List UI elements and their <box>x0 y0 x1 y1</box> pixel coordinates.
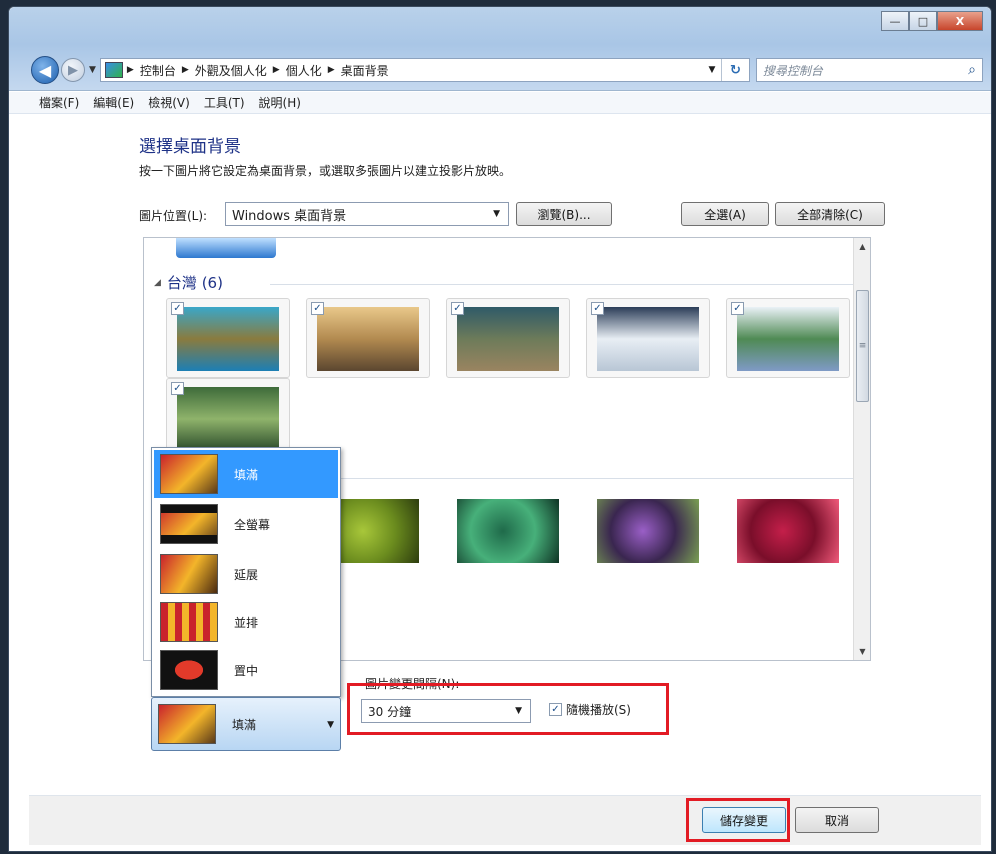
picture-position-select[interactable]: 填滿 ▼ <box>151 697 341 751</box>
wallpaper-image <box>317 307 419 371</box>
menu-tools[interactable]: 工具(T) <box>204 94 245 111</box>
address-history-chevron-down-icon[interactable]: ▼ <box>703 65 721 75</box>
wallpaper-image <box>177 307 279 371</box>
window-controls: — □ X <box>881 11 983 31</box>
search-icon[interactable]: ⌕ <box>968 62 976 78</box>
option-label: 延展 <box>234 567 259 582</box>
chevron-down-icon: ▼ <box>493 209 500 219</box>
menu-bar: 檔案(F) 編輯(E) 檢視(V) 工具(T) 說明(H) <box>9 92 991 114</box>
title-bar: — □ X ◀ ▶ ▼ ▶ 控制台 ▶ 外觀及個人化 ▶ 個人化 ▶ 桌面背景 ▼ ↻ … <box>9 7 991 91</box>
wallpaper-image <box>457 499 559 563</box>
highlight-box-save <box>686 798 790 842</box>
wallpaper-image <box>737 307 839 371</box>
page-subtitle: 按一下圖片將它設定為桌面背景，或選取多張圖片以建立投影片放映。 <box>139 164 512 178</box>
wallpaper-thumbnail[interactable] <box>726 490 850 570</box>
minimize-button[interactable]: — <box>881 11 909 31</box>
fill-position-icon <box>160 454 218 494</box>
breadcrumb-item[interactable]: ▶ 控制台 <box>127 62 176 79</box>
center-position-icon <box>160 650 218 690</box>
breadcrumb-item[interactable]: ▶ 桌面背景 <box>328 62 389 79</box>
partial-wallpaper-thumbnail[interactable] <box>176 238 276 258</box>
fill-position-icon <box>158 704 216 744</box>
highlight-box-slideshow <box>347 683 669 735</box>
wallpaper-image <box>597 499 699 563</box>
search-input[interactable]: 搜尋控制台 ⌕ <box>755 58 983 82</box>
wallpaper-image <box>597 307 699 371</box>
thumbnail-checkbox[interactable]: ✓ <box>591 302 604 315</box>
collapse-triangle-icon[interactable]: ◢ <box>154 278 161 288</box>
cancel-button[interactable]: 取消 <box>795 807 879 833</box>
position-option-fit[interactable]: 全螢幕 <box>154 500 338 548</box>
breadcrumb-item[interactable]: ▶ 外觀及個人化 <box>182 62 267 79</box>
position-option-fill[interactable]: 填滿 <box>154 450 338 498</box>
stretch-position-icon <box>160 554 218 594</box>
scroll-up-icon[interactable]: ▲ <box>854 238 870 255</box>
option-label: 並排 <box>234 615 259 630</box>
picture-location-label: 圖片位置(L): <box>139 209 208 223</box>
position-option-stretch[interactable]: 延展 <box>154 550 338 598</box>
group-divider <box>334 478 854 479</box>
recent-pages-chevron-down-icon[interactable]: ▼ <box>89 65 96 75</box>
forward-button[interactable]: ▶ <box>61 58 85 82</box>
thumbnail-checkbox[interactable]: ✓ <box>451 302 464 315</box>
wallpaper-thumbnail[interactable]: ✓ <box>166 378 290 458</box>
clear-all-button[interactable]: 全部清除(C) <box>775 202 885 226</box>
wallpaper-thumbnail[interactable]: ✓ <box>446 298 570 378</box>
tile-position-icon <box>160 602 218 642</box>
wallpaper-image <box>457 307 559 371</box>
scroll-down-icon[interactable]: ▼ <box>854 643 870 660</box>
fit-position-icon <box>160 504 218 544</box>
wallpaper-thumbnail[interactable]: ✓ <box>166 298 290 378</box>
option-label: 置中 <box>234 663 259 678</box>
wallpaper-thumbnail[interactable] <box>446 490 570 570</box>
option-label: 全螢幕 <box>234 517 271 532</box>
breadcrumb-item[interactable]: ▶ 個人化 <box>273 62 322 79</box>
position-option-center[interactable]: 置中 <box>154 646 338 694</box>
wallpaper-thumbnail[interactable]: ✓ <box>306 298 430 378</box>
back-button[interactable]: ◀ <box>31 56 59 84</box>
chevron-down-icon: ▼ <box>327 720 334 730</box>
wallpaper-image <box>737 499 839 563</box>
search-placeholder: 搜尋控制台 <box>762 63 823 78</box>
picture-position-value: 填滿 <box>232 717 257 732</box>
browse-button[interactable]: 瀏覽(B)... <box>516 202 612 226</box>
refresh-button[interactable]: ↻ <box>720 59 749 81</box>
control-panel-icon <box>104 62 123 78</box>
wallpaper-thumbnail[interactable] <box>586 490 710 570</box>
group-title: 台灣 (6) <box>166 274 223 292</box>
select-all-button[interactable]: 全選(A) <box>681 202 769 226</box>
thumbnail-checkbox[interactable]: ✓ <box>731 302 744 315</box>
menu-edit[interactable]: 編輯(E) <box>93 94 134 111</box>
position-option-tile[interactable]: 並排 <box>154 598 338 646</box>
maximize-button[interactable]: □ <box>909 11 937 31</box>
scrollbar-thumb[interactable]: ≡ <box>856 290 869 402</box>
close-button[interactable]: X <box>937 11 983 31</box>
navigation-bar: ◀ ▶ ▼ ▶ 控制台 ▶ 外觀及個人化 ▶ 個人化 ▶ 桌面背景 ▼ ↻ 搜尋控制台 … <box>31 55 983 85</box>
picture-location-value: Windows 桌面背景 <box>232 208 347 224</box>
group-divider <box>270 284 854 285</box>
group-header-taiwan[interactable]: ◢ 台灣 (6) <box>154 272 223 293</box>
menu-file[interactable]: 檔案(F) <box>39 94 79 111</box>
wallpaper-thumbnail[interactable]: ✓ <box>586 298 710 378</box>
thumbnail-checkbox[interactable]: ✓ <box>171 382 184 395</box>
menu-view[interactable]: 檢視(V) <box>148 94 190 111</box>
option-label: 填滿 <box>234 467 259 482</box>
wallpaper-thumbnail[interactable]: ✓ <box>726 298 850 378</box>
address-bar[interactable]: ▶ 控制台 ▶ 外觀及個人化 ▶ 個人化 ▶ 桌面背景 ▼ ↻ <box>99 58 750 82</box>
thumbnail-checkbox[interactable]: ✓ <box>311 302 324 315</box>
control-panel-window: — □ X ◀ ▶ ▼ ▶ 控制台 ▶ 外觀及個人化 ▶ 個人化 ▶ 桌面背景 ▼ ↻ … <box>8 6 992 852</box>
page-title: 選擇桌面背景 <box>139 137 241 157</box>
footer-divider <box>29 795 981 796</box>
thumbnail-checkbox[interactable]: ✓ <box>171 302 184 315</box>
menu-help[interactable]: 說明(H) <box>259 94 301 111</box>
picture-location-select[interactable]: Windows 桌面背景 ▼ <box>225 202 509 226</box>
gallery-scrollbar[interactable]: ▲ ≡ ▼ <box>853 238 870 660</box>
wallpaper-image <box>177 387 279 451</box>
picture-position-dropdown-list: 填滿 全螢幕 延展 並排 置中 <box>151 447 341 697</box>
